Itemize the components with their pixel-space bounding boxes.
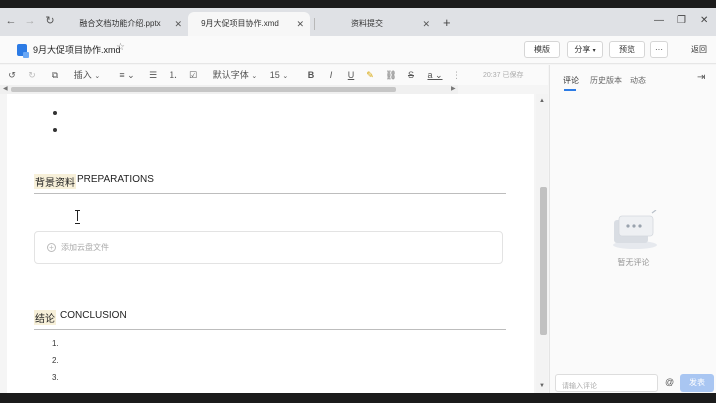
tab-label: 资料提交: [351, 19, 383, 28]
tab-label: 融合文档功能介绍.pptx: [79, 19, 161, 28]
align-icon[interactable]: ≡ ⌄: [114, 68, 140, 82]
share-label: 分享: [574, 45, 591, 54]
bullet-point: [53, 111, 57, 115]
forward-arrow-icon[interactable]: →: [23, 14, 37, 28]
section-divider: [34, 329, 506, 330]
scroll-down-icon[interactable]: ▼: [539, 383, 545, 389]
empty-comments-text: 暂无评论: [617, 258, 650, 267]
scroll-thumb[interactable]: [540, 187, 547, 335]
text-cursor-icon: [75, 210, 81, 224]
numbered-list-item[interactable]: 3.: [52, 373, 59, 382]
new-tab-icon[interactable]: +: [443, 16, 451, 30]
collapse-panel-icon[interactable]: ⇥: [697, 72, 705, 83]
section-heading-cn[interactable]: 背景资料: [34, 174, 76, 189]
close-icon[interactable]: ✕: [174, 12, 182, 36]
section-divider: [34, 193, 506, 194]
comment-input-wrapper[interactable]: [555, 374, 658, 393]
app-header: 9月大促项目协作.xmd ☆ 模版 分享 ▾ 预览 ··· 返回: [0, 36, 716, 64]
undo-icon[interactable]: ↺: [6, 68, 18, 82]
section-heading-en[interactable]: CONCLUSION: [60, 310, 127, 321]
plus-circle-icon: +: [47, 243, 56, 252]
tab-activity[interactable]: 动态: [630, 75, 646, 86]
vertical-scrollbar[interactable]: ▲ ▼: [536, 94, 548, 393]
editor-toolbar: ↺ ↻ ⧉ 插入 ⌄ ≡ ⌄ ☰ ⒈ ☑ 默认字体 ⌄ 15 ⌄ B I U ✎…: [0, 65, 548, 85]
tab-xmd-active[interactable]: 9月大促项目协作.xmd ✕: [188, 12, 310, 36]
back-arrow-icon[interactable]: ←: [4, 14, 18, 28]
horizontal-scrollbar[interactable]: ◀ ▶: [0, 85, 458, 94]
add-cloud-file-label: 添加云盘文件: [61, 243, 109, 252]
close-icon[interactable]: ✕: [296, 12, 304, 36]
document-icon: [17, 44, 29, 58]
save-status: 20:37 已保存: [483, 72, 524, 79]
close-icon[interactable]: ✕: [422, 12, 430, 36]
window-close-icon[interactable]: ✕: [700, 15, 708, 27]
preview-button[interactable]: 预览: [609, 41, 645, 58]
chevron-down-icon: ⌄: [94, 73, 101, 80]
bullet-list-icon[interactable]: ☰: [147, 68, 159, 82]
numbered-list-icon[interactable]: ⒈: [167, 68, 179, 82]
chevron-down-icon: ⌄: [282, 73, 289, 80]
scroll-right-icon[interactable]: ▶: [451, 85, 456, 94]
section-heading-en[interactable]: PREPARATIONS: [77, 174, 154, 185]
minimize-icon[interactable]: —: [654, 15, 664, 27]
insert-menu[interactable]: 插入 ⌄: [71, 68, 103, 82]
scroll-up-icon[interactable]: ▲: [539, 98, 545, 104]
star-icon[interactable]: ☆: [116, 42, 125, 53]
checklist-icon[interactable]: ☑: [187, 68, 199, 82]
numbered-list-item[interactable]: 1.: [52, 339, 59, 348]
toolbar-overflow-icon[interactable]: ⋮: [452, 68, 461, 82]
tab-label: 9月大促项目协作.xmd: [201, 19, 279, 28]
format-painter-icon[interactable]: ⧉: [48, 68, 62, 82]
more-button[interactable]: ···: [650, 41, 668, 58]
tab-bar: ← → ↻ 融合文档功能介绍.pptx ✕ 9月大促项目协作.xmd ✕ 资料提…: [0, 8, 716, 36]
chevron-down-icon: ⌄: [251, 73, 258, 80]
tab-history[interactable]: 历史版本: [590, 75, 622, 86]
insert-label: 插入: [73, 70, 92, 80]
redo-icon[interactable]: ↻: [26, 68, 38, 82]
reload-icon[interactable]: ↻: [43, 14, 57, 28]
font-size-select[interactable]: 15 ⌄: [266, 68, 292, 82]
document-page[interactable]: 背景资料 PREPARATIONS + 添加云盘文件 结论 CONCLUSION…: [7, 94, 534, 393]
chevron-down-icon: ▾: [592, 48, 596, 54]
italic-icon[interactable]: I: [325, 68, 337, 82]
comment-input[interactable]: [556, 378, 657, 393]
tab-comments[interactable]: 评论: [563, 75, 579, 86]
font-color-icon[interactable]: a ⌄: [425, 68, 445, 82]
back-link[interactable]: 返回: [691, 44, 707, 55]
active-tab-indicator: [564, 89, 576, 91]
font-family-value: 默认字体: [212, 70, 249, 80]
tab-divider: [314, 18, 315, 30]
mention-icon[interactable]: @: [665, 377, 674, 387]
send-comment-button[interactable]: 发表: [680, 374, 714, 392]
share-button[interactable]: 分享 ▾: [567, 41, 603, 58]
highlight-icon[interactable]: ✎: [364, 68, 376, 82]
tab-submit[interactable]: 资料提交 ✕: [316, 12, 436, 36]
numbered-list-item[interactable]: 2.: [52, 356, 59, 365]
underline-icon[interactable]: U: [345, 68, 357, 82]
restore-icon[interactable]: ❐: [677, 15, 686, 27]
scroll-thumb[interactable]: [11, 87, 396, 92]
section-heading-cn[interactable]: 结论: [34, 310, 56, 325]
browser-window: ← → ↻ 融合文档功能介绍.pptx ✕ 9月大促项目协作.xmd ✕ 资料提…: [0, 8, 716, 393]
strikethrough-icon[interactable]: S: [405, 68, 417, 82]
bold-icon[interactable]: B: [305, 68, 317, 82]
font-size-value: 15: [269, 70, 280, 80]
font-family-select[interactable]: 默认字体 ⌄: [210, 68, 260, 82]
add-cloud-file-box[interactable]: + 添加云盘文件: [34, 231, 503, 264]
template-button[interactable]: 模版: [524, 41, 560, 58]
empty-comments-illustration-icon: [613, 210, 657, 249]
comments-panel: 评论 历史版本 动态 ⇥ 暂无评论 @ 发表: [549, 65, 716, 393]
doc-title[interactable]: 9月大促项目协作.xmd: [33, 43, 121, 56]
link-icon[interactable]: ⛓: [384, 68, 398, 82]
bullet-point: [53, 128, 57, 132]
tab-pptx[interactable]: 融合文档功能介绍.pptx ✕: [70, 12, 188, 36]
scroll-left-icon[interactable]: ◀: [3, 85, 8, 94]
